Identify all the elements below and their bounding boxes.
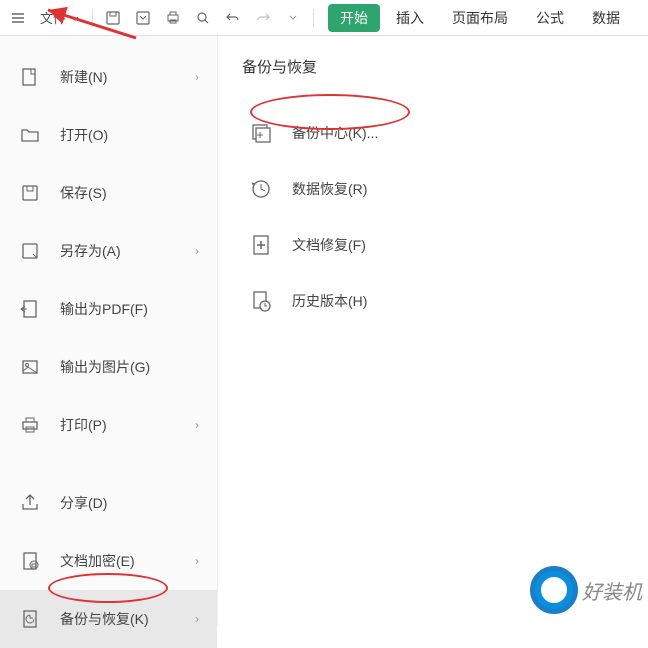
sidebar-item-label: 文档加密(E): [60, 551, 195, 571]
toolbar: 文件 开始 插入 页面布局 公式 数据: [0, 0, 648, 36]
history-icon: [248, 288, 274, 314]
sidebar-item-label: 输出为PDF(F): [60, 299, 199, 319]
save-icon: [105, 10, 121, 26]
panel-title: 备份与恢复: [242, 56, 624, 77]
undo-icon: [225, 10, 241, 26]
file-menu-button[interactable]: 文件: [34, 4, 86, 32]
panel-item-data-recover[interactable]: 数据恢复(R): [242, 161, 624, 217]
redo-button[interactable]: [249, 4, 277, 32]
sidebar-item-encrypt[interactable]: 文档加密(E) ›: [0, 532, 217, 590]
save-as-button[interactable]: [129, 4, 157, 32]
tab-insert[interactable]: 插入: [384, 2, 436, 34]
hamburger-menu-button[interactable]: [4, 4, 32, 32]
sidebar-item-share[interactable]: 分享(D): [0, 474, 217, 532]
chevron-right-icon: ›: [195, 612, 199, 626]
tab-page-layout[interactable]: 页面布局: [440, 2, 520, 34]
sidebar-item-label: 输出为图片(G): [60, 357, 199, 377]
panel-item-history[interactable]: 历史版本(H): [242, 273, 624, 329]
chevron-down-icon: [70, 13, 80, 23]
divider: [313, 9, 314, 27]
ribbon-tabs: 开始 插入 页面布局 公式 数据: [328, 2, 632, 34]
tab-data[interactable]: 数据: [580, 2, 632, 34]
sidebar-item-export-pdf[interactable]: 输出为PDF(F): [0, 280, 217, 338]
new-doc-icon: [18, 65, 42, 89]
hamburger-icon: [10, 10, 26, 26]
panel-item-label: 文档修复(F): [292, 235, 366, 255]
sidebar-item-open[interactable]: 打开(O): [0, 106, 217, 164]
panel-item-label: 历史版本(H): [292, 291, 367, 311]
share-icon: [18, 491, 42, 515]
sidebar-item-label: 分享(D): [60, 493, 199, 513]
sidebar-item-label: 打印(P): [60, 415, 195, 435]
panel-item-label: 备份中心(K)...: [292, 123, 378, 143]
watermark-logo-icon: [530, 566, 578, 614]
chevron-right-icon: ›: [195, 70, 199, 84]
backup-center-icon: [248, 120, 274, 146]
watermark-text: 好装机: [582, 576, 642, 605]
spacer: [0, 454, 217, 474]
panel-item-backup-center[interactable]: 备份中心(K)...: [242, 105, 624, 161]
doc-repair-icon: [248, 232, 274, 258]
data-recover-icon: [248, 176, 274, 202]
sidebar-item-label: 备份与恢复(K): [60, 609, 195, 629]
sidebar-item-backup-restore[interactable]: 备份与恢复(K) ›: [0, 590, 217, 648]
lock-icon: [18, 549, 42, 573]
watermark: 好装机: [530, 566, 642, 614]
undo-button[interactable]: [219, 4, 247, 32]
sidebar-item-new[interactable]: 新建(N) ›: [0, 48, 217, 106]
sidebar-item-label: 新建(N): [60, 67, 195, 87]
chevron-down-icon: [289, 14, 297, 22]
preview-icon: [195, 10, 211, 26]
save-as-icon: [18, 239, 42, 263]
sidebar-item-label: 另存为(A): [60, 241, 195, 261]
save-button[interactable]: [99, 4, 127, 32]
sidebar-item-label: 打开(O): [60, 125, 199, 145]
redo-icon: [255, 10, 271, 26]
export-pdf-icon: [18, 297, 42, 321]
tab-start[interactable]: 开始: [328, 4, 380, 32]
print-button[interactable]: [159, 4, 187, 32]
preview-button[interactable]: [189, 4, 217, 32]
sidebar-item-label: 保存(S): [60, 183, 199, 203]
open-folder-icon: [18, 123, 42, 147]
chevron-right-icon: ›: [195, 418, 199, 432]
export-image-icon: [18, 355, 42, 379]
sidebar-item-save[interactable]: 保存(S): [0, 164, 217, 222]
sidebar-item-print[interactable]: 打印(P) ›: [0, 396, 217, 454]
save-as-icon: [135, 10, 151, 26]
redo-dropdown[interactable]: [279, 4, 307, 32]
panel-item-label: 数据恢复(R): [292, 179, 367, 199]
chevron-right-icon: ›: [195, 244, 199, 258]
print-icon: [18, 413, 42, 437]
save-icon: [18, 181, 42, 205]
divider: [92, 9, 93, 27]
panel-item-doc-repair[interactable]: 文档修复(F): [242, 217, 624, 273]
file-menu-sidebar: 新建(N) › 打开(O) 保存(S) 另存为(A) › 输出为PDF(F) 输…: [0, 36, 218, 626]
main-content: 新建(N) › 打开(O) 保存(S) 另存为(A) › 输出为PDF(F) 输…: [0, 36, 648, 626]
sidebar-item-export-image[interactable]: 输出为图片(G): [0, 338, 217, 396]
backup-icon: [18, 607, 42, 631]
print-icon: [165, 10, 181, 26]
file-menu-label: 文件: [40, 8, 66, 27]
sidebar-item-save-as[interactable]: 另存为(A) ›: [0, 222, 217, 280]
chevron-right-icon: ›: [195, 554, 199, 568]
tab-formula[interactable]: 公式: [524, 2, 576, 34]
backup-restore-panel: 备份与恢复 备份中心(K)... 数据恢复(R) 文档修复(F) 历史版本(H): [218, 36, 648, 626]
